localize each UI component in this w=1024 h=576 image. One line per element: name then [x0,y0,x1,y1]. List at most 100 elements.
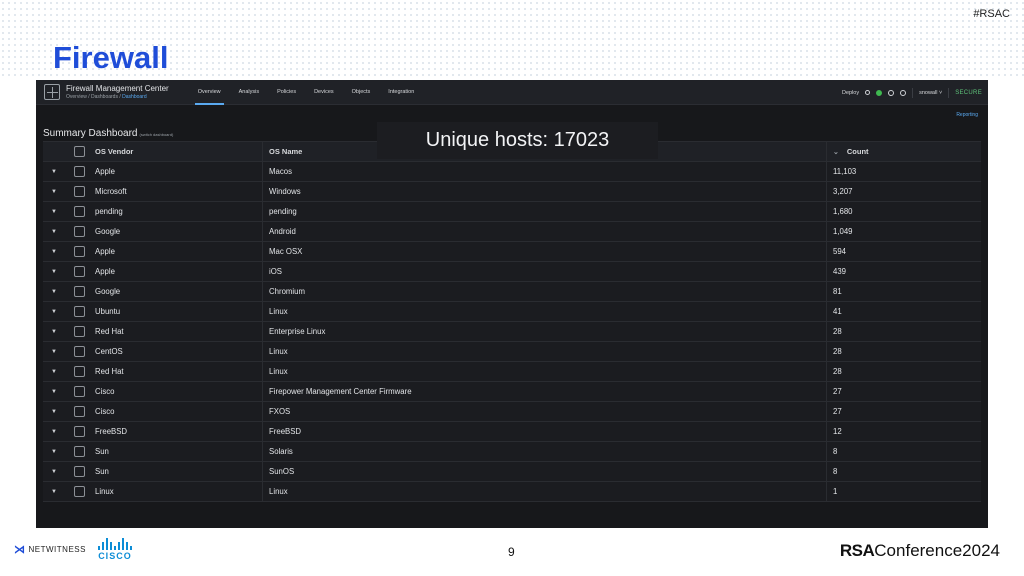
row-checkbox[interactable] [73,346,85,357]
cell-os-vendor: Linux [93,482,263,501]
expand-row-icon[interactable]: ▼ [43,269,65,275]
row-checkbox[interactable] [73,266,85,277]
cell-os-vendor: Red Hat [93,362,263,381]
cell-count: 1 [833,487,838,496]
row-select-cell [65,286,93,297]
os-summary-table: OS Vendor OS Name ⌄ Count ▼ Apple Macos 11,1… [43,141,981,502]
switch-dashboard-link[interactable]: (switch dashboard) [139,132,173,137]
table-row[interactable]: ▼ FreeBSD FreeBSD 12 [43,422,981,442]
row-checkbox[interactable] [73,226,85,237]
table-row[interactable]: ▼ Apple Macos 11,103 [43,162,981,182]
expand-row-icon[interactable]: ▼ [43,469,65,475]
table-row[interactable]: ▼ Cisco Firepower Management Center Firmwa… [43,382,981,402]
app-name: Firewall Management Center [66,83,169,93]
slide-title: Firewall [53,40,169,75]
cell-os-name: Mac OSX [263,242,827,261]
help-icon[interactable] [900,89,907,96]
expand-row-icon[interactable]: ▼ [43,169,65,175]
nav-item-policies[interactable]: Policies [268,80,305,105]
search-icon[interactable] [865,90,871,95]
cell-os-name: Linux [263,362,827,381]
row-checkbox[interactable] [73,366,85,377]
row-checkbox[interactable] [73,166,85,177]
column-header-count[interactable]: ⌄ Count [827,142,981,161]
table-row[interactable]: ▼ Microsoft Windows 3,207 [43,182,981,202]
row-checkbox[interactable] [73,426,85,437]
netwitness-mark-icon: ⋊ [14,544,26,556]
dashboard-title: Summary Dashboard (switch dashboard) [43,128,173,139]
row-checkbox[interactable] [73,386,85,397]
expand-row-icon[interactable]: ▼ [43,429,65,435]
expand-row-icon[interactable]: ▼ [43,489,65,495]
nav-item-overview[interactable]: Overview [189,80,230,105]
nav-item-devices[interactable]: Devices [305,80,343,105]
expand-row-icon[interactable]: ▼ [43,409,65,415]
row-checkbox[interactable] [73,286,85,297]
cell-os-vendor: Red Hat [93,322,263,341]
row-select-cell [65,346,93,357]
table-row[interactable]: ▼ Cisco FXOS 27 [43,402,981,422]
reporting-link[interactable]: Reporting [956,112,978,118]
expand-row-icon[interactable]: ▼ [43,369,65,375]
column-header-os-vendor[interactable]: OS Vendor [93,142,263,161]
cell-os-vendor: Google [93,222,263,241]
row-checkbox[interactable] [73,206,85,217]
row-checkbox[interactable] [73,486,85,497]
cell-os-name: FreeBSD [263,422,827,441]
table-row[interactable]: ▼ Sun Solaris 8 [43,442,981,462]
cell-os-vendor: Sun [93,462,263,481]
expand-row-icon[interactable]: ▼ [43,449,65,455]
expand-row-icon[interactable]: ▼ [43,209,65,215]
row-checkbox[interactable] [73,326,85,337]
table-row[interactable]: ▼ Ubuntu Linux 41 [43,302,981,322]
row-select-cell [65,406,93,417]
expand-row-icon[interactable]: ▼ [43,389,65,395]
cell-os-vendor: Ubuntu [93,302,263,321]
cell-os-vendor: Apple [93,242,263,261]
nav-item-analysis[interactable]: Analysis [230,80,268,105]
breadcrumb-link[interactable]: Dashboard [122,94,146,100]
table-row[interactable]: ▼ Linux Linux 1 [43,482,981,502]
nav-item-integration[interactable]: Integration [379,80,423,105]
expand-row-icon[interactable]: ▼ [43,309,65,315]
cell-os-name: SunOS [263,462,827,481]
table-row[interactable]: ▼ Red Hat Enterprise Linux 28 [43,322,981,342]
table-row[interactable]: ▼ Apple iOS 439 [43,262,981,282]
divider [912,87,914,98]
table-row[interactable]: ▼ Sun SunOS 8 [43,462,981,482]
health-status-icon[interactable] [876,89,883,96]
deploy-button[interactable]: Deploy [842,90,859,96]
row-checkbox[interactable] [73,466,85,477]
cell-os-name: FXOS [263,402,827,421]
table-row[interactable]: ▼ Apple Mac OSX 594 [43,242,981,262]
row-select-cell [65,466,93,477]
row-checkbox[interactable] [73,246,85,257]
expand-row-icon[interactable]: ▼ [43,329,65,335]
table-row[interactable]: ▼ Google Chromium 81 [43,282,981,302]
cell-os-vendor: Microsoft [93,182,263,201]
cell-os-name: Solaris [263,442,827,461]
cell-count: 8 [833,467,838,476]
user-menu[interactable]: snowall ˅ [919,90,942,96]
expand-row-icon[interactable]: ▼ [43,229,65,235]
nav-item-objects[interactable]: Objects [343,80,380,105]
gear-icon[interactable] [888,89,895,96]
cell-count: 27 [833,407,842,416]
row-checkbox[interactable] [73,446,85,457]
column-header-count-label: Count [846,147,869,156]
row-select-cell [65,266,93,277]
row-checkbox[interactable] [73,186,85,197]
table-row[interactable]: ▼ Google Android 1,049 [43,222,981,242]
table-row[interactable]: ▼ pending pending 1,680 [43,202,981,222]
dashboard-title-text: Summary Dashboard [43,128,138,139]
select-all-checkbox[interactable] [73,146,85,157]
expand-row-icon[interactable]: ▼ [43,189,65,195]
expand-row-icon[interactable]: ▼ [43,349,65,355]
sort-descending-icon[interactable]: ⌄ [833,148,839,156]
expand-row-icon[interactable]: ▼ [43,289,65,295]
row-checkbox[interactable] [73,306,85,317]
table-row[interactable]: ▼ CentOS Linux 28 [43,342,981,362]
table-row[interactable]: ▼ Red Hat Linux 28 [43,362,981,382]
expand-row-icon[interactable]: ▼ [43,249,65,255]
row-checkbox[interactable] [73,406,85,417]
